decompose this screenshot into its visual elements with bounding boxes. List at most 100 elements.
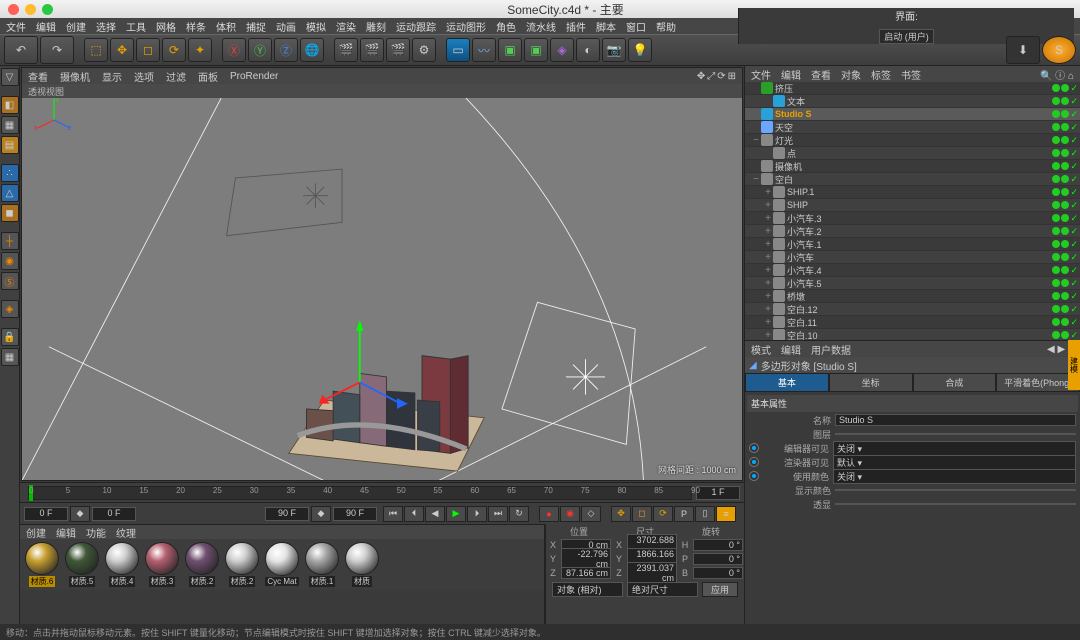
viewport-solo-icon[interactable]: ◉ [1, 252, 19, 270]
vp-nav-icon[interactable]: ⟳ [717, 71, 725, 82]
object-tree-row[interactable]: +SHIP✓ [745, 199, 1080, 212]
object-tree-row[interactable]: Studio S✓ [745, 108, 1080, 121]
coord-rot-field[interactable]: 0 ° [693, 539, 743, 551]
keyframe-sel-icon[interactable]: ◇ [581, 506, 601, 522]
side-tab-modeling[interactable]: 建模 [1068, 340, 1080, 390]
object-tree-row[interactable]: 点✓ [745, 147, 1080, 160]
mat-menu-item[interactable]: 编辑 [56, 525, 76, 540]
object-tree-row[interactable]: 挤压✓ [745, 82, 1080, 95]
attr-tab-basic[interactable]: 基本 [745, 373, 829, 392]
goto-end-icon[interactable]: ⏭ [488, 506, 508, 522]
vp-menu-item[interactable]: 过滤 [166, 69, 186, 84]
om-menu-item[interactable]: 查看 [811, 67, 831, 82]
coords-size-dropdown[interactable]: 绝对尺寸 [627, 582, 698, 597]
coord-rot-field[interactable]: 0 ° [693, 567, 743, 579]
menu-item[interactable]: 文件 [6, 19, 26, 34]
object-tree-row[interactable]: +小汽车.4✓ [745, 264, 1080, 277]
record-icon[interactable]: ● [539, 506, 559, 522]
object-tree-row[interactable]: 天空✓ [745, 121, 1080, 134]
menu-item[interactable]: 编辑 [36, 19, 56, 34]
om-menu-item[interactable]: 标签 [871, 67, 891, 82]
object-tree-row[interactable]: +小汽车✓ [745, 251, 1080, 264]
frame-current-field[interactable]: 0 F [24, 507, 68, 521]
menu-item[interactable]: 网格 [156, 19, 176, 34]
render-pv-icon[interactable]: 🎬 [386, 38, 410, 62]
coords-apply-button[interactable]: 应用 [702, 582, 738, 597]
render-settings-icon[interactable]: ⚙ [412, 38, 436, 62]
attr-field[interactable] [835, 503, 1076, 505]
menu-item[interactable]: 插件 [566, 19, 586, 34]
scale-key-icon[interactable]: ◻ [632, 506, 652, 522]
attr-field[interactable] [835, 433, 1076, 435]
key-prev-icon[interactable]: ◆ [70, 506, 90, 522]
menu-item[interactable]: 工具 [126, 19, 146, 34]
om-menu-item[interactable]: 编辑 [781, 67, 801, 82]
menu-item[interactable]: 动画 [276, 19, 296, 34]
cube-primitive-icon[interactable]: ▭ [446, 38, 470, 62]
render-region-icon[interactable]: 🎬 [360, 38, 384, 62]
z-axis-icon[interactable]: Ⓩ [274, 38, 298, 62]
material-item[interactable]: 材质 [343, 542, 381, 587]
scale-tool-icon[interactable]: ◻ [136, 38, 160, 62]
close-window-icon[interactable] [8, 4, 19, 15]
redo-button[interactable]: ↷ [40, 36, 74, 64]
menu-item[interactable]: 运动图形 [446, 19, 486, 34]
step-back-icon[interactable]: ⏴ [404, 506, 424, 522]
move-tool-icon[interactable]: ✥ [110, 38, 134, 62]
vp-nav-icon[interactable]: ⤢ [707, 71, 715, 82]
light-icon[interactable]: 💡 [628, 38, 652, 62]
lowlight-icon[interactable]: S [1042, 36, 1076, 64]
object-tree-row[interactable]: −灯光✓ [745, 134, 1080, 147]
rot-key-icon[interactable]: ⟳ [653, 506, 673, 522]
object-tree-row[interactable]: +SHIP.1✓ [745, 186, 1080, 199]
object-tree-row[interactable]: +小汽车.3✓ [745, 212, 1080, 225]
material-item[interactable]: 材质.5 [63, 542, 101, 587]
goto-start-icon[interactable]: ⏮ [383, 506, 403, 522]
object-tree-row[interactable]: +小汽车.1✓ [745, 238, 1080, 251]
attr-field[interactable] [835, 489, 1076, 491]
model-mode-icon[interactable]: ◧ [1, 96, 19, 114]
undo-button[interactable]: ↶ [4, 36, 38, 64]
menu-item[interactable]: 选择 [96, 19, 116, 34]
zoom-window-icon[interactable] [42, 4, 53, 15]
object-tree-row[interactable]: +空白.10✓ [745, 329, 1080, 340]
locked-icon[interactable]: 🔒 [1, 328, 19, 346]
object-tree-row[interactable]: +空白.12✓ [745, 303, 1080, 316]
menu-item[interactable]: 脚本 [596, 19, 616, 34]
om-menu-item[interactable]: 对象 [841, 67, 861, 82]
radio-icon[interactable] [749, 471, 759, 481]
key-next-icon[interactable]: ◆ [311, 506, 331, 522]
generator-icon[interactable]: ▣ [498, 38, 522, 62]
menu-item[interactable]: 帮助 [656, 19, 676, 34]
vp-menu-item[interactable]: ProRender [230, 71, 278, 82]
mat-menu-item[interactable]: 功能 [86, 525, 106, 540]
object-tree-row[interactable]: +桥墩✓ [745, 290, 1080, 303]
play-forward-icon[interactable]: ▶ [446, 506, 466, 522]
workplane-snap-icon[interactable]: ◈ [1, 300, 19, 318]
y-axis-icon[interactable]: Ⓨ [248, 38, 272, 62]
attr-menu-item[interactable]: 编辑 [781, 342, 801, 357]
material-item[interactable]: 材质.3 [143, 542, 181, 587]
coord-pos-field[interactable]: 87.166 cm [561, 567, 611, 579]
material-item[interactable]: 材质.1 [303, 542, 341, 587]
vp-menu-item[interactable]: 摄像机 [60, 69, 90, 84]
attr-tab-coord[interactable]: 坐标 [829, 373, 913, 392]
menu-item[interactable]: 运动跟踪 [396, 19, 436, 34]
object-tree-row[interactable]: 摄像机✓ [745, 160, 1080, 173]
menu-item[interactable]: 捕捉 [246, 19, 266, 34]
object-tree[interactable]: 挤压✓文本✓Studio S✓天空✓−灯光✓点✓摄像机✓−空白✓+SHIP.1✓… [745, 82, 1080, 340]
material-item[interactable]: 材质.6 [23, 542, 61, 587]
texture-mode-icon[interactable]: ▦ [1, 116, 19, 134]
pos-key-icon[interactable]: ✥ [611, 506, 631, 522]
vp-nav-icon[interactable]: ✥ [697, 71, 705, 82]
object-tree-row[interactable]: +小汽车.2✓ [745, 225, 1080, 238]
material-item[interactable]: Cyc Mat [263, 542, 301, 587]
menu-item[interactable]: 创建 [66, 19, 86, 34]
object-tree-row[interactable]: +空白.11✓ [745, 316, 1080, 329]
frame-end-field[interactable]: 90 F [265, 507, 309, 521]
coords-mode-dropdown[interactable]: 对象 (相对) [552, 582, 623, 597]
vp-menu-item[interactable]: 显示 [102, 69, 122, 84]
param-key-icon[interactable]: P [674, 506, 694, 522]
step-fwd-icon[interactable]: ⏵ [467, 506, 487, 522]
make-editable-icon[interactable]: ▽ [1, 68, 19, 86]
